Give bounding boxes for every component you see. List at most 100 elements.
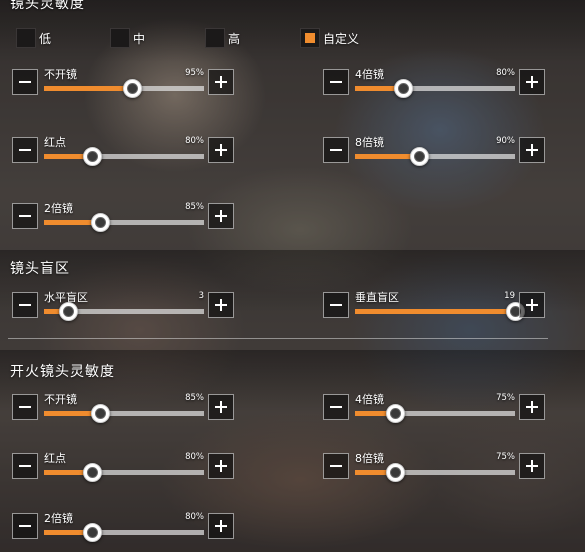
increase-button[interactable]	[208, 203, 234, 229]
section-band-top	[0, 0, 585, 62]
slider-track[interactable]	[355, 147, 515, 166]
increase-button[interactable]	[519, 69, 545, 95]
slider-track[interactable]	[44, 147, 204, 166]
slider-handle[interactable]	[122, 79, 142, 98]
decrease-button[interactable]	[323, 69, 349, 95]
preset-low-checkbox[interactable]	[16, 28, 36, 48]
slider-track[interactable]	[44, 404, 204, 423]
slider-track[interactable]	[44, 523, 204, 542]
slider-value: 80%	[185, 136, 204, 146]
slider-8x-scope: 8倍镜 90%	[323, 136, 547, 167]
slider-value: 85%	[185, 202, 204, 212]
decrease-button[interactable]	[323, 137, 349, 163]
plus-icon	[530, 76, 534, 88]
slider-label: 不开镜	[44, 393, 77, 406]
minus-icon	[330, 405, 342, 409]
plus-icon	[530, 144, 534, 156]
slider-handle[interactable]	[58, 302, 78, 321]
plus-icon	[219, 144, 223, 156]
slider-fire-no-scope: 不开镜 85%	[12, 393, 236, 424]
decrease-button[interactable]	[12, 453, 38, 479]
slider-handle[interactable]	[90, 213, 110, 232]
camera-sensitivity-title: 镜头灵敏度	[10, 0, 85, 12]
increase-button[interactable]	[519, 394, 545, 420]
slider-track[interactable]	[355, 79, 515, 98]
slider-value: 85%	[185, 393, 204, 403]
preset-medium-option[interactable]: 中	[110, 27, 145, 49]
plus-icon	[219, 520, 223, 532]
preset-high-label: 高	[228, 31, 241, 46]
slider-fire-red-dot: 红点 80%	[12, 452, 236, 483]
slider-fire-2x-scope: 2倍镜 80%	[12, 512, 236, 543]
slider-label: 8倍镜	[355, 136, 384, 149]
decrease-button[interactable]	[323, 394, 349, 420]
increase-button[interactable]	[208, 137, 234, 163]
slider-handle[interactable]	[409, 147, 429, 166]
section-divider	[8, 338, 548, 339]
slider-track[interactable]	[355, 302, 525, 321]
preset-low-option[interactable]: 低	[16, 27, 51, 49]
slider-label: 4倍镜	[355, 393, 384, 406]
slider-handle[interactable]	[82, 523, 102, 542]
slider-track[interactable]	[44, 463, 204, 482]
preset-custom-checkbox[interactable]	[300, 28, 320, 48]
slider-handle[interactable]	[82, 463, 102, 482]
fire-sensitivity-title: 开火镜头灵敏度	[10, 364, 115, 380]
minus-icon	[19, 214, 31, 218]
slider-track[interactable]	[44, 302, 204, 321]
slider-track[interactable]	[355, 404, 515, 423]
increase-button[interactable]	[208, 513, 234, 539]
decrease-button[interactable]	[12, 137, 38, 163]
dead-zone-title: 镜头盲区	[10, 261, 70, 277]
slider-value: 80%	[185, 452, 204, 462]
slider-track[interactable]	[44, 79, 204, 98]
increase-button[interactable]	[519, 292, 545, 318]
preset-medium-label: 中	[133, 31, 146, 46]
slider-fire-4x-scope: 4倍镜 75%	[323, 393, 547, 424]
increase-button[interactable]	[208, 394, 234, 420]
increase-button[interactable]	[208, 69, 234, 95]
increase-button[interactable]	[208, 292, 234, 318]
slider-handle[interactable]	[385, 463, 405, 482]
slider-track[interactable]	[44, 213, 204, 232]
decrease-button[interactable]	[12, 394, 38, 420]
increase-button[interactable]	[519, 137, 545, 163]
plus-icon	[530, 401, 534, 413]
slider-label: 红点	[44, 452, 66, 465]
decrease-button[interactable]	[12, 203, 38, 229]
preset-high-checkbox[interactable]	[205, 28, 225, 48]
decrease-button[interactable]	[323, 292, 349, 318]
preset-custom-option[interactable]: 自定义	[300, 27, 359, 49]
increase-button[interactable]	[519, 453, 545, 479]
slider-handle[interactable]	[82, 147, 102, 166]
decrease-button[interactable]	[12, 69, 38, 95]
slider-label: 2倍镜	[44, 512, 73, 525]
slider-fill	[44, 86, 132, 91]
minus-icon	[19, 405, 31, 409]
minus-icon	[19, 80, 31, 84]
slider-label: 8倍镜	[355, 452, 384, 465]
slider-fire-8x-scope: 8倍镜 75%	[323, 452, 547, 483]
preset-medium-checkbox[interactable]	[110, 28, 130, 48]
preset-custom-label: 自定义	[323, 31, 360, 46]
increase-button[interactable]	[208, 453, 234, 479]
slider-2x-scope: 2倍镜 85%	[12, 202, 236, 233]
slider-handle[interactable]	[90, 404, 110, 423]
decrease-button[interactable]	[12, 513, 38, 539]
preset-high-option[interactable]: 高	[205, 27, 240, 49]
slider-vertical-dead-zone: 垂直盲区 19	[323, 291, 547, 322]
slider-red-dot: 红点 80%	[12, 136, 236, 167]
minus-icon	[330, 303, 342, 307]
plus-icon	[219, 401, 223, 413]
minus-icon	[330, 148, 342, 152]
plus-icon	[219, 460, 223, 472]
slider-handle[interactable]	[385, 404, 405, 423]
minus-icon	[330, 464, 342, 468]
slider-handle[interactable]	[393, 79, 413, 98]
slider-value: 90%	[496, 136, 515, 146]
decrease-button[interactable]	[323, 453, 349, 479]
preset-low-label: 低	[39, 31, 52, 46]
decrease-button[interactable]	[12, 292, 38, 318]
slider-track[interactable]	[355, 463, 515, 482]
minus-icon	[19, 303, 31, 307]
